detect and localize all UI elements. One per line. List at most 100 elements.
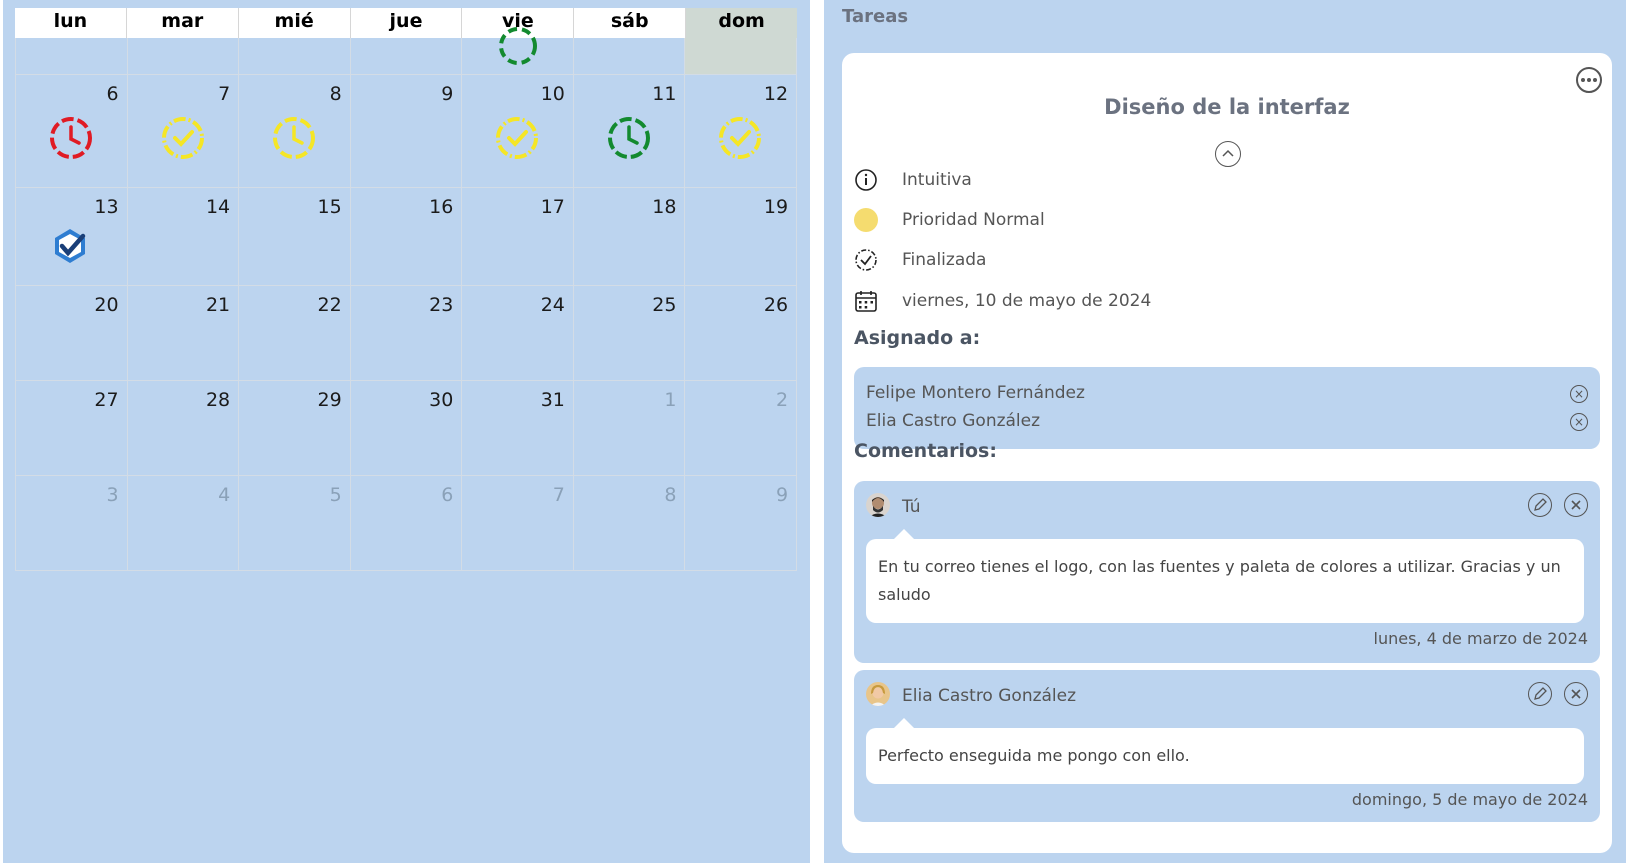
task-date: viernes, 10 de mayo de 2024 (902, 291, 1152, 311)
task-pending-yellow-clock-icon[interactable] (269, 113, 319, 163)
day-cell[interactable]: 18 (574, 188, 686, 285)
weekday-mon: lun (15, 8, 127, 38)
day-cell[interactable]: 10 (462, 75, 574, 187)
day-cell[interactable]: 3 (15, 476, 128, 570)
day-cell[interactable]: 12 (685, 75, 798, 187)
comment-item: Elia Castro González Perfecto enseguida … (854, 670, 1600, 822)
chevron-up-icon[interactable] (1215, 141, 1241, 167)
day-cell[interactable]: 17 (462, 188, 574, 285)
remove-assignee-icon[interactable]: × (1570, 385, 1588, 403)
day-cell[interactable] (574, 38, 686, 74)
task-done-yellow-icon[interactable] (492, 113, 542, 163)
day-cell[interactable]: 1 (574, 381, 686, 475)
day-number: 5 (329, 484, 342, 506)
comment-text: Perfecto enseguida me pongo con ello. (866, 718, 1584, 784)
comments-label: Comentarios: (854, 440, 997, 462)
day-cell[interactable]: 9 (685, 476, 798, 570)
avatar (866, 682, 890, 706)
task-check-badge-icon[interactable] (50, 226, 90, 266)
delete-icon[interactable] (1564, 493, 1588, 517)
edit-icon[interactable] (1528, 493, 1552, 517)
day-cell[interactable] (128, 38, 240, 74)
assignees-box: Felipe Montero Fernández × Elia Castro G… (854, 367, 1600, 449)
day-cell[interactable]: 29 (239, 381, 351, 475)
day-number: 10 (540, 83, 565, 105)
day-number: 15 (317, 196, 342, 218)
day-cell[interactable]: 24 (462, 286, 574, 380)
day-cell[interactable]: 16 (351, 188, 463, 285)
day-cell[interactable]: 5 (239, 476, 351, 570)
calendar-week-3: 20 21 22 23 24 25 26 (15, 286, 798, 381)
day-cell[interactable] (351, 38, 463, 74)
task-card: Diseño de la interfaz Intuitiva Priorida… (842, 53, 1612, 853)
comment-author: Tú (902, 497, 921, 517)
weekday-sat: sáb (574, 8, 687, 38)
delete-icon[interactable] (1564, 682, 1588, 706)
task-description: Intuitiva (902, 170, 972, 190)
day-cell[interactable]: 28 (128, 381, 240, 475)
more-options-icon[interactable] (1576, 67, 1602, 93)
day-cell[interactable] (462, 27, 574, 74)
day-number: 14 (205, 196, 231, 218)
day-number: 28 (205, 389, 231, 411)
day-cell[interactable] (685, 38, 798, 74)
task-priority: Prioridad Normal (902, 210, 1045, 230)
task-done-green-icon[interactable] (498, 26, 538, 66)
day-cell[interactable]: 8 (574, 476, 686, 570)
task-status: Finalizada (902, 250, 987, 270)
day-cell[interactable]: 31 (462, 381, 574, 475)
day-cell[interactable]: 20 (15, 286, 128, 380)
day-cell[interactable] (15, 38, 128, 74)
task-title: Diseño de la interfaz (1104, 95, 1350, 119)
day-number: 6 (441, 484, 454, 506)
task-done-yellow-icon[interactable] (715, 113, 765, 163)
day-cell[interactable] (239, 38, 351, 74)
day-cell[interactable]: 11 (574, 75, 686, 187)
calendar-panel: lun mar mié jue vie sáb dom 6 7 8 9 10 1… (0, 0, 810, 863)
info-icon (855, 169, 877, 191)
day-number: 11 (652, 83, 677, 105)
day-cell[interactable]: 2 (685, 381, 798, 475)
comment-date: domingo, 5 de mayo de 2024 (1351, 790, 1588, 809)
remove-assignee-icon[interactable]: × (1570, 413, 1588, 431)
day-cell[interactable]: 6 (351, 476, 463, 570)
calendar-week-4: 27 28 29 30 31 1 2 (15, 381, 798, 476)
day-number: 17 (540, 196, 565, 218)
comment-author: Elia Castro González (902, 686, 1077, 706)
day-cell[interactable]: 6 (15, 75, 128, 187)
avatar (866, 493, 890, 517)
day-cell[interactable]: 9 (351, 75, 463, 187)
day-number: 16 (429, 196, 454, 218)
day-number: 3 (106, 484, 119, 506)
day-cell[interactable]: 4 (128, 476, 240, 570)
day-number: 24 (540, 294, 565, 316)
day-number: 22 (317, 294, 342, 316)
day-cell[interactable]: 15 (239, 188, 351, 285)
day-cell[interactable]: 19 (685, 188, 798, 285)
day-cell[interactable]: 23 (351, 286, 463, 380)
day-cell[interactable]: 7 (128, 75, 240, 187)
day-cell[interactable]: 25 (574, 286, 686, 380)
weekday-thu: jue (351, 8, 463, 38)
day-cell[interactable]: 26 (685, 286, 798, 380)
task-done-yellow-icon[interactable] (158, 113, 208, 163)
day-cell[interactable]: 21 (128, 286, 240, 380)
day-number: 8 (664, 484, 677, 506)
panel-edge (0, 0, 3, 863)
task-pending-green-clock-icon[interactable] (604, 113, 654, 163)
day-cell[interactable]: 27 (15, 381, 128, 475)
day-number: 21 (205, 294, 231, 316)
day-cell[interactable]: 30 (351, 381, 463, 475)
edit-icon[interactable] (1528, 682, 1552, 706)
day-cell[interactable]: 7 (462, 476, 574, 570)
day-number: 26 (763, 294, 789, 316)
day-cell[interactable]: 8 (239, 75, 351, 187)
day-cell[interactable]: 22 (239, 286, 351, 380)
panel-separator (810, 0, 824, 863)
task-pending-red-clock-icon[interactable] (46, 113, 96, 163)
day-number: 30 (429, 389, 454, 411)
day-cell[interactable]: 13 (15, 188, 128, 285)
weekday-tue: mar (127, 8, 239, 38)
day-number: 18 (652, 196, 677, 218)
day-cell[interactable]: 14 (128, 188, 240, 285)
